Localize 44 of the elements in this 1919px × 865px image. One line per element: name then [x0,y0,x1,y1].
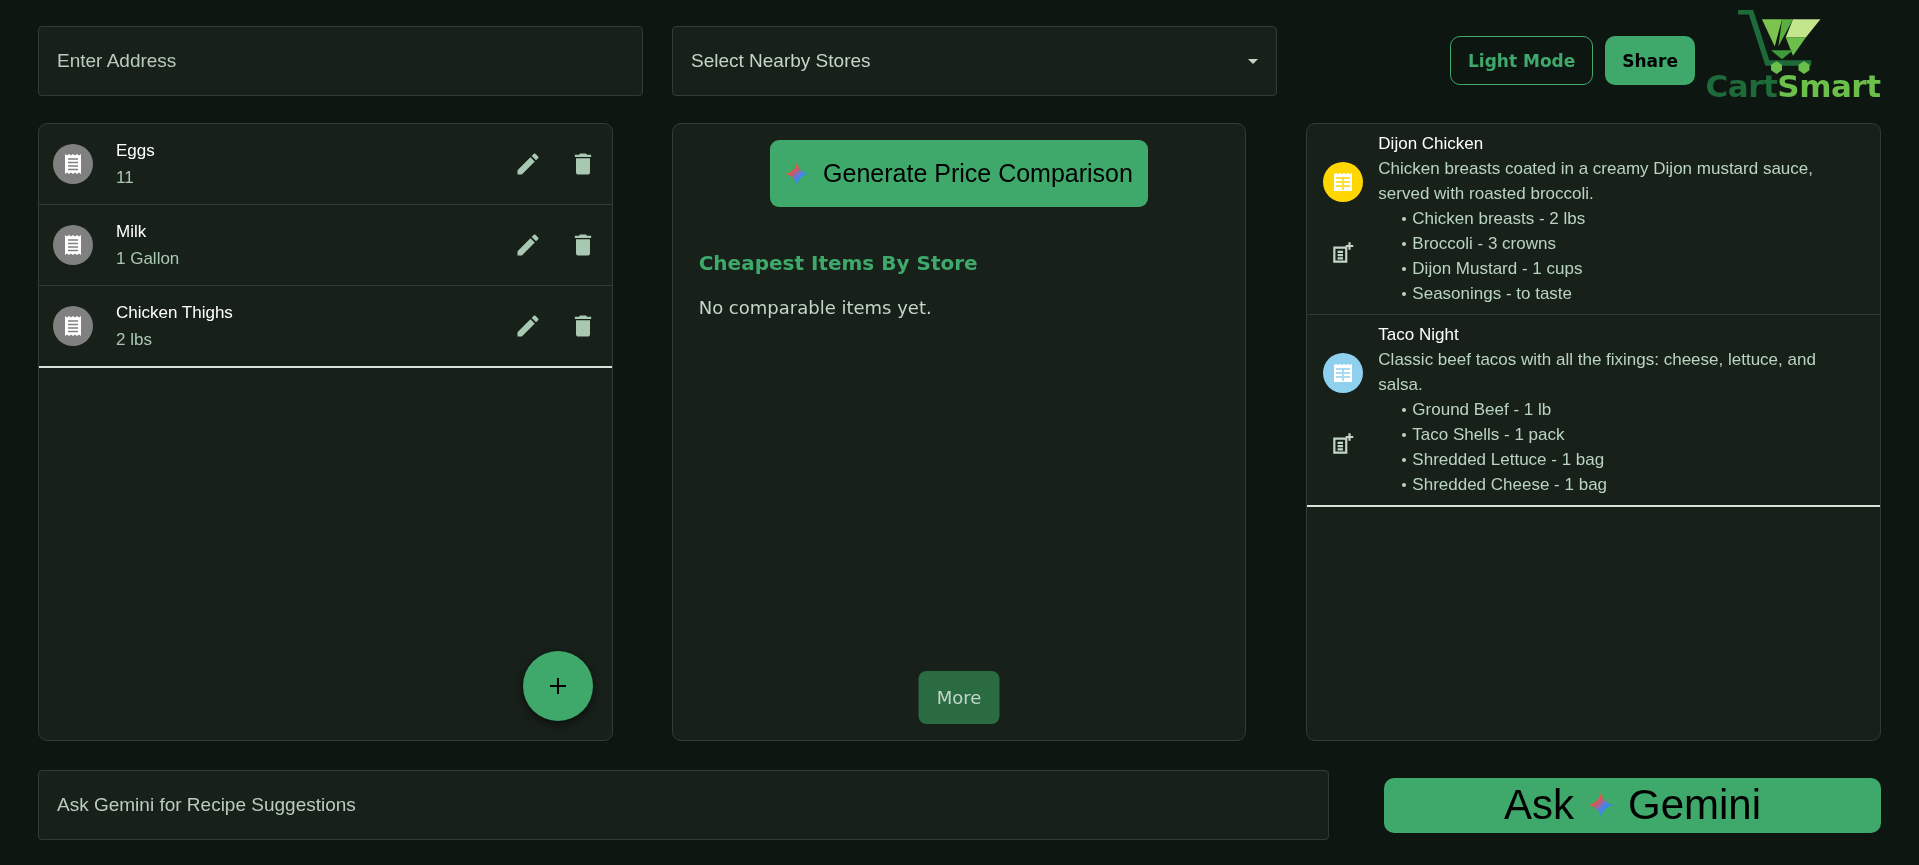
ingredient: Ground Beef - 1 lb [1412,399,1552,421]
plus-icon [547,676,568,696]
section-heading: Cheapest Items By Store [698,251,978,275]
caret-icon [1248,58,1258,64]
address-field[interactable]: Enter Address [38,26,643,96]
ingredient: Shredded Cheese - 1 bag [1412,474,1608,496]
ask-gemini-button[interactable]: Ask Gemini [1384,777,1881,833]
receipt-icon [53,306,93,346]
ingredient: Taco Shells - 1 pack [1412,424,1565,446]
bullet-icon [1402,292,1407,296]
bullet-icon [1402,433,1407,437]
item-name: Milk [116,221,148,242]
sparkle-icon [785,161,810,186]
bullet-icon [1402,483,1407,487]
recipe-title: Dijon Chicken [1378,133,1485,155]
receipt-icon [53,225,93,265]
item-quantity: 1 Gallon [116,248,181,269]
recipe-description: Classic beef tacos with all the fixings: cheese, lettuce, and salsa. [1378,349,1817,396]
item-name: Chicken Thighs [116,302,234,323]
generate-comparison-button[interactable]: Generate Price Comparison [770,140,1148,207]
more-button[interactable]: More [918,671,1000,724]
item-quantity: 2 lbs [116,329,153,350]
ingredient: Chicken breasts - 2 lbs [1412,208,1586,230]
store-dropdown[interactable]: Select Nearby Stores [672,26,1277,96]
share-button[interactable]: Share [1605,36,1695,85]
sparkle-icon [1588,792,1614,818]
bullet-icon [1402,267,1407,271]
item-name: Eggs [116,140,156,161]
light-mode-button[interactable]: Light Mode [1450,36,1594,85]
recipe-description: Chicken breasts coated in a creamy Dijon mustard sauce, served with roasted broccoli. [1378,158,1814,205]
bullet-icon [1402,458,1407,462]
logo-text: CartSmart [1705,68,1881,104]
bullet-icon [1402,408,1407,412]
ingredient: Broccoli - 3 crowns [1412,233,1556,255]
ingredient: Dijon Mustard - 1 cups [1412,258,1583,280]
empty-message: No comparable items yet. [698,297,932,318]
receipt-icon [53,144,93,184]
bullet-icon [1402,217,1407,221]
recipe-title: Taco Night [1378,324,1460,346]
ingredient: Shredded Lettuce - 1 bag [1412,449,1605,471]
bullet-icon [1402,242,1407,246]
ingredient: Seasonings - to taste [1412,283,1573,305]
recipe-prompt-field[interactable]: Ask Gemini for Recipe Suggestions [38,770,1329,840]
item-quantity: 11 [116,167,135,188]
